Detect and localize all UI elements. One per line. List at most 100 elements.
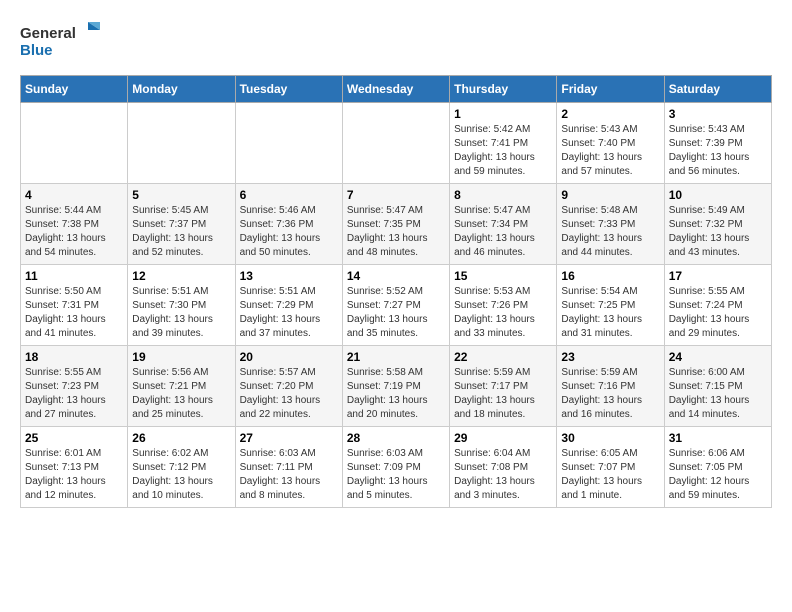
calendar-cell: 16 Sunrise: 5:54 AM Sunset: 7:25 PM Dayli…	[557, 265, 664, 346]
day-number: 6	[240, 188, 338, 202]
day-number: 25	[25, 431, 123, 445]
day-content: Sunrise: 6:00 AM Sunset: 7:15 PM Dayligh…	[669, 366, 767, 422]
day-content: Sunrise: 5:52 AM Sunset: 7:27 PM Dayligh…	[347, 285, 445, 341]
calendar-week-5: 25 Sunrise: 6:01 AM Sunset: 7:13 PM Dayli…	[21, 427, 772, 508]
calendar-cell: 30Sunrise: 6:05 AM Sunset: 7:07 PM Dayli…	[557, 427, 664, 508]
day-number: 31	[669, 431, 767, 445]
day-number: 14	[347, 269, 445, 283]
calendar-cell	[342, 103, 449, 184]
calendar-cell: 22 Sunrise: 5:59 AM Sunset: 7:17 PM Dayli…	[450, 346, 557, 427]
calendar-cell: 29 Sunrise: 6:04 AM Sunset: 7:08 PM Dayli…	[450, 427, 557, 508]
day-number: 5	[132, 188, 230, 202]
calendar-cell: 21 Sunrise: 5:58 AM Sunset: 7:19 PM Dayli…	[342, 346, 449, 427]
day-content: Sunrise: 5:43 AM Sunset: 7:39 PM Dayligh…	[669, 123, 767, 179]
calendar-cell: 11 Sunrise: 5:50 AM Sunset: 7:31 PM Dayli…	[21, 265, 128, 346]
calendar-cell: 2 Sunrise: 5:43 AM Sunset: 7:40 PM Daylig…	[557, 103, 664, 184]
calendar-cell: 10 Sunrise: 5:49 AM Sunset: 7:32 PM Dayli…	[664, 184, 771, 265]
calendar-cell: 27 Sunrise: 6:03 AM Sunset: 7:11 PM Dayli…	[235, 427, 342, 508]
calendar-cell: 19Sunrise: 5:56 AM Sunset: 7:21 PM Dayli…	[128, 346, 235, 427]
day-number: 10	[669, 188, 767, 202]
logo-icon: GeneralBlue	[20, 20, 110, 65]
calendar-cell: 28Sunrise: 6:03 AM Sunset: 7:09 PM Dayli…	[342, 427, 449, 508]
day-number: 23	[561, 350, 659, 364]
calendar-cell: 23 Sunrise: 5:59 AM Sunset: 7:16 PM Dayli…	[557, 346, 664, 427]
day-number: 9	[561, 188, 659, 202]
day-of-week-tuesday: Tuesday	[235, 76, 342, 103]
day-content: Sunrise: 5:55 AM Sunset: 7:24 PM Dayligh…	[669, 285, 767, 341]
calendar-week-1: 1Sunrise: 5:42 AM Sunset: 7:41 PM Daylig…	[21, 103, 772, 184]
day-content: Sunrise: 5:51 AM Sunset: 7:29 PM Dayligh…	[240, 285, 338, 341]
day-content: Sunrise: 5:49 AM Sunset: 7:32 PM Dayligh…	[669, 204, 767, 260]
calendar-cell	[128, 103, 235, 184]
day-content: Sunrise: 5:46 AM Sunset: 7:36 PM Dayligh…	[240, 204, 338, 260]
calendar-week-4: 18 Sunrise: 5:55 AM Sunset: 7:23 PM Dayli…	[21, 346, 772, 427]
day-number: 21	[347, 350, 445, 364]
day-number: 15	[454, 269, 552, 283]
svg-text:General: General	[20, 25, 76, 42]
day-number: 26	[132, 431, 230, 445]
day-number: 1	[454, 107, 552, 121]
day-content: Sunrise: 5:43 AM Sunset: 7:40 PM Dayligh…	[561, 123, 659, 179]
day-content: Sunrise: 6:02 AM Sunset: 7:12 PM Dayligh…	[132, 447, 230, 503]
day-content: Sunrise: 6:04 AM Sunset: 7:08 PM Dayligh…	[454, 447, 552, 503]
day-number: 24	[669, 350, 767, 364]
calendar-cell: 6 Sunrise: 5:46 AM Sunset: 7:36 PM Daylig…	[235, 184, 342, 265]
calendar-cell: 25 Sunrise: 6:01 AM Sunset: 7:13 PM Dayli…	[21, 427, 128, 508]
calendar-cell: 8 Sunrise: 5:47 AM Sunset: 7:34 PM Daylig…	[450, 184, 557, 265]
day-content: Sunrise: 5:48 AM Sunset: 7:33 PM Dayligh…	[561, 204, 659, 260]
day-content: Sunrise: 5:54 AM Sunset: 7:25 PM Dayligh…	[561, 285, 659, 341]
day-number: 3	[669, 107, 767, 121]
day-content: Sunrise: 5:55 AM Sunset: 7:23 PM Dayligh…	[25, 366, 123, 422]
calendar-cell: 4 Sunrise: 5:44 AM Sunset: 7:38 PM Daylig…	[21, 184, 128, 265]
logo: GeneralBlue	[20, 20, 110, 65]
day-content: Sunrise: 5:53 AM Sunset: 7:26 PM Dayligh…	[454, 285, 552, 341]
day-content: Sunrise: 5:50 AM Sunset: 7:31 PM Dayligh…	[25, 285, 123, 341]
day-of-week-thursday: Thursday	[450, 76, 557, 103]
day-content: Sunrise: 6:06 AM Sunset: 7:05 PM Dayligh…	[669, 447, 767, 503]
calendar-cell: 12Sunrise: 5:51 AM Sunset: 7:30 PM Dayli…	[128, 265, 235, 346]
day-content: Sunrise: 6:05 AM Sunset: 7:07 PM Dayligh…	[561, 447, 659, 503]
day-number: 8	[454, 188, 552, 202]
calendar-cell: 20 Sunrise: 5:57 AM Sunset: 7:20 PM Dayli…	[235, 346, 342, 427]
day-of-week-wednesday: Wednesday	[342, 76, 449, 103]
calendar-body: 1Sunrise: 5:42 AM Sunset: 7:41 PM Daylig…	[21, 103, 772, 508]
day-number: 22	[454, 350, 552, 364]
day-content: Sunrise: 5:57 AM Sunset: 7:20 PM Dayligh…	[240, 366, 338, 422]
calendar-cell: 3 Sunrise: 5:43 AM Sunset: 7:39 PM Daylig…	[664, 103, 771, 184]
day-content: Sunrise: 5:47 AM Sunset: 7:35 PM Dayligh…	[347, 204, 445, 260]
day-number: 29	[454, 431, 552, 445]
day-number: 18	[25, 350, 123, 364]
day-of-week-sunday: Sunday	[21, 76, 128, 103]
calendar-cell: 18 Sunrise: 5:55 AM Sunset: 7:23 PM Dayli…	[21, 346, 128, 427]
day-number: 16	[561, 269, 659, 283]
day-content: Sunrise: 5:58 AM Sunset: 7:19 PM Dayligh…	[347, 366, 445, 422]
day-content: Sunrise: 6:03 AM Sunset: 7:11 PM Dayligh…	[240, 447, 338, 503]
day-number: 27	[240, 431, 338, 445]
day-content: Sunrise: 5:59 AM Sunset: 7:17 PM Dayligh…	[454, 366, 552, 422]
day-content: Sunrise: 5:44 AM Sunset: 7:38 PM Dayligh…	[25, 204, 123, 260]
day-content: Sunrise: 6:01 AM Sunset: 7:13 PM Dayligh…	[25, 447, 123, 503]
days-of-week-header: SundayMondayTuesdayWednesdayThursdayFrid…	[21, 76, 772, 103]
day-number: 12	[132, 269, 230, 283]
day-content: Sunrise: 5:47 AM Sunset: 7:34 PM Dayligh…	[454, 204, 552, 260]
calendar-cell: 5 Sunrise: 5:45 AM Sunset: 7:37 PM Daylig…	[128, 184, 235, 265]
day-number: 20	[240, 350, 338, 364]
calendar-week-3: 11 Sunrise: 5:50 AM Sunset: 7:31 PM Dayli…	[21, 265, 772, 346]
calendar-cell: 9 Sunrise: 5:48 AM Sunset: 7:33 PM Daylig…	[557, 184, 664, 265]
day-number: 19	[132, 350, 230, 364]
calendar-cell: 13 Sunrise: 5:51 AM Sunset: 7:29 PM Dayli…	[235, 265, 342, 346]
day-number: 11	[25, 269, 123, 283]
day-number: 28	[347, 431, 445, 445]
calendar-cell: 7Sunrise: 5:47 AM Sunset: 7:35 PM Daylig…	[342, 184, 449, 265]
day-number: 13	[240, 269, 338, 283]
calendar-cell: 26 Sunrise: 6:02 AM Sunset: 7:12 PM Dayli…	[128, 427, 235, 508]
day-of-week-friday: Friday	[557, 76, 664, 103]
day-of-week-monday: Monday	[128, 76, 235, 103]
day-content: Sunrise: 5:59 AM Sunset: 7:16 PM Dayligh…	[561, 366, 659, 422]
day-of-week-saturday: Saturday	[664, 76, 771, 103]
day-number: 4	[25, 188, 123, 202]
day-number: 2	[561, 107, 659, 121]
day-content: Sunrise: 5:45 AM Sunset: 7:37 PM Dayligh…	[132, 204, 230, 260]
calendar-cell: 17Sunrise: 5:55 AM Sunset: 7:24 PM Dayli…	[664, 265, 771, 346]
calendar-cell: 1Sunrise: 5:42 AM Sunset: 7:41 PM Daylig…	[450, 103, 557, 184]
